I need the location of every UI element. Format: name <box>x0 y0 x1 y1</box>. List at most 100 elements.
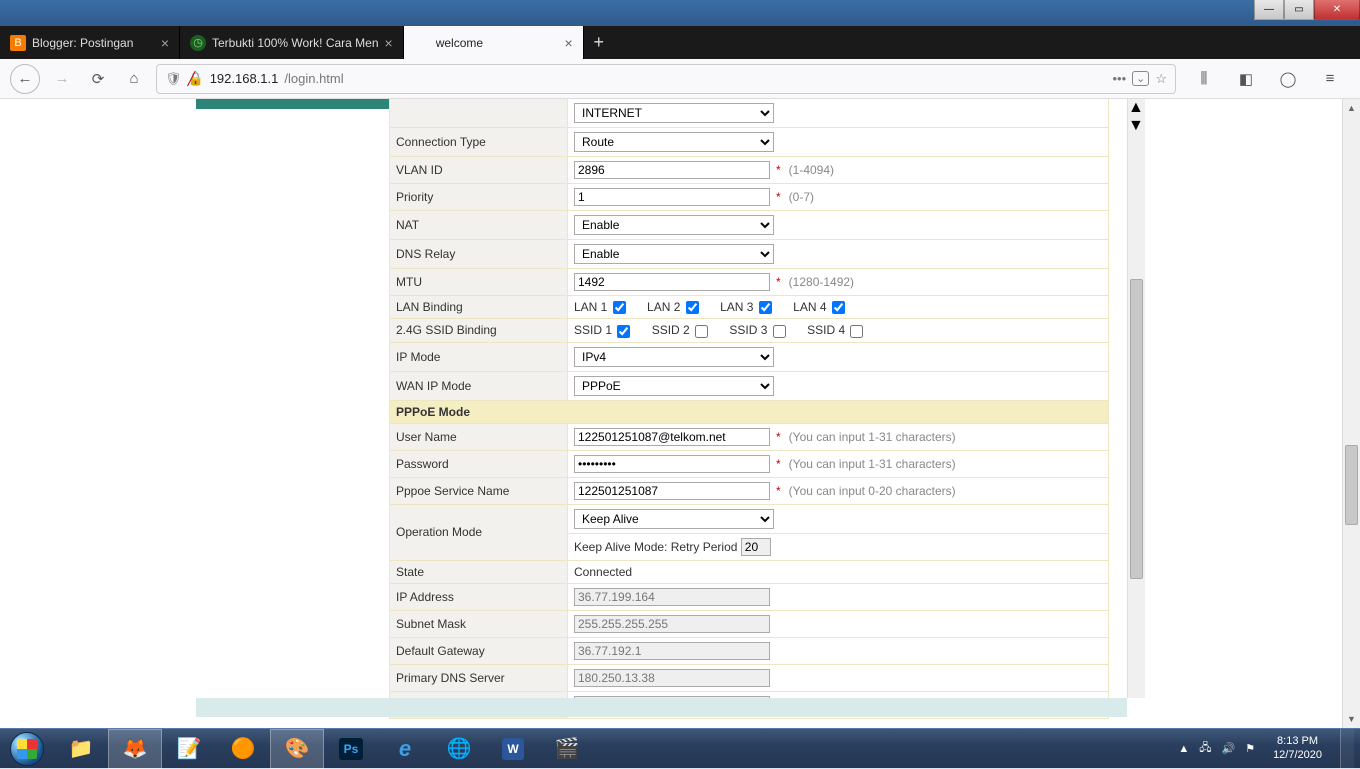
page-actions-icon[interactable]: ••• <box>1112 71 1126 86</box>
label-state: State <box>390 560 568 583</box>
ssid1-checkbox[interactable] <box>617 325 630 338</box>
url-host: 192.168.1.1 <box>210 71 279 86</box>
scroll-down-icon[interactable]: ▼ <box>1128 117 1145 135</box>
hint-username: (You can input 1-31 characters) <box>789 430 956 444</box>
tray-clock[interactable]: 8:13 PM 12/7/2020 <box>1265 732 1330 764</box>
ssid4-checkbox[interactable] <box>850 325 863 338</box>
ssid2-checkbox[interactable] <box>695 325 708 338</box>
scrollbar-thumb[interactable] <box>1345 445 1358 525</box>
ip-mode-select[interactable]: IPv4 <box>574 347 774 367</box>
taskbar-firefox-icon[interactable]: 🦊 <box>108 729 162 769</box>
browser-toolbar: ← → ⟳ ⌂ 🛡 🔒╱ 192.168.1.1/login.html ••• … <box>0 59 1360 99</box>
username-input[interactable] <box>574 428 770 446</box>
inner-scrollbar[interactable]: ▲ ▼ <box>1127 99 1145 698</box>
pocket-icon[interactable]: ⌄ <box>1132 71 1149 86</box>
tab-label: welcome <box>436 36 559 50</box>
label-operation-mode: Operation Mode <box>390 504 568 560</box>
close-icon[interactable]: × <box>161 35 169 51</box>
library-icon[interactable]: ⫼ <box>1190 65 1218 93</box>
priority-input[interactable] <box>574 188 770 206</box>
page-viewport: INTERNET Connection Type Route VLAN ID *… <box>0 99 1360 728</box>
ip-address-field <box>574 588 770 606</box>
ssid3-label: SSID 3 <box>729 323 767 337</box>
state-value: Connected <box>568 560 1109 583</box>
dns-relay-select[interactable]: Enable <box>574 244 774 264</box>
window-close-button[interactable]: ✕ <box>1314 0 1360 20</box>
tab-welcome[interactable]: welcome × <box>404 26 584 59</box>
lan3-label: LAN 3 <box>720 300 753 314</box>
back-button[interactable]: ← <box>10 64 40 94</box>
taskbar-ie-icon[interactable]: e <box>378 729 432 769</box>
windows-taskbar: 📁 🦊 📝 🟠 🎨 Ps e 🌐 W 🎬 ▲ 🖧 🔊 ⚑ 8:13 PM 12/… <box>0 728 1360 768</box>
taskbar-word-icon[interactable]: W <box>486 729 540 769</box>
window-minimize-button[interactable]: — <box>1254 0 1284 20</box>
operation-mode-select[interactable]: Keep Alive <box>574 509 774 529</box>
blogger-icon: B <box>10 35 26 51</box>
label-connection-type: Connection Type <box>390 128 568 157</box>
retry-label: Keep Alive Mode: Retry Period <box>574 540 737 554</box>
hamburger-menu-icon[interactable]: ≡ <box>1316 65 1344 93</box>
taskbar-chrome-icon[interactable]: 🌐 <box>432 729 486 769</box>
page-scrollbar[interactable]: ▲ ▼ <box>1342 99 1360 728</box>
taskbar-photoshop-icon[interactable]: Ps <box>324 729 378 769</box>
service-type-select[interactable]: INTERNET <box>574 103 774 123</box>
window-maximize-button[interactable]: ▭ <box>1284 0 1314 20</box>
new-tab-button[interactable]: + <box>584 26 614 59</box>
taskbar-media-player-icon[interactable]: 🟠 <box>216 729 270 769</box>
lan4-label: LAN 4 <box>793 300 826 314</box>
tray-show-hidden-icon[interactable]: ▲ <box>1178 743 1189 755</box>
label-mtu: MTU <box>390 269 568 296</box>
label-ip-mode: IP Mode <box>390 342 568 371</box>
label-vlan-id: VLAN ID <box>390 157 568 184</box>
taskbar-paint-icon[interactable]: 🎨 <box>270 729 324 769</box>
bookmark-star-icon[interactable]: ☆ <box>1155 71 1167 87</box>
sidebar-icon[interactable]: ◧ <box>1232 65 1260 93</box>
connection-type-select[interactable]: Route <box>574 132 774 152</box>
ssid3-checkbox[interactable] <box>773 325 786 338</box>
close-icon[interactable]: × <box>385 35 393 51</box>
label-subnet-mask: Subnet Mask <box>390 610 568 637</box>
address-bar[interactable]: 🛡 🔒╱ 192.168.1.1/login.html ••• ⌄ ☆ <box>156 64 1176 94</box>
start-button[interactable] <box>0 729 54 769</box>
label-password: Password <box>390 450 568 477</box>
sidebar-settings-stub[interactable] <box>196 99 389 109</box>
taskbar-movie-maker-icon[interactable]: 🎬 <box>540 729 594 769</box>
lan3-checkbox[interactable] <box>759 301 772 314</box>
taskbar-explorer-icon[interactable]: 📁 <box>54 729 108 769</box>
show-desktop-button[interactable] <box>1340 729 1354 769</box>
pppoe-section-header: PPPoE Mode <box>390 400 1109 423</box>
insecure-lock-icon[interactable]: 🔒╱ <box>188 71 204 87</box>
wan-ip-mode-select[interactable]: PPPoE <box>574 376 774 396</box>
scroll-up-icon[interactable]: ▲ <box>1128 99 1145 117</box>
label-ssid-binding: 2.4G SSID Binding <box>390 319 568 342</box>
label-pppoe-service-name: Pppoe Service Name <box>390 477 568 504</box>
home-button[interactable]: ⌂ <box>120 65 148 93</box>
forward-button: → <box>48 65 76 93</box>
scrollbar-thumb[interactable] <box>1130 279 1143 579</box>
tray-action-center-icon[interactable]: ⚑ <box>1245 742 1255 755</box>
close-icon[interactable]: × <box>565 35 573 51</box>
scroll-up-icon[interactable]: ▲ <box>1343 99 1360 117</box>
lan1-checkbox[interactable] <box>613 301 626 314</box>
retry-period-input[interactable] <box>741 538 771 556</box>
lan4-checkbox[interactable] <box>832 301 845 314</box>
lan2-checkbox[interactable] <box>686 301 699 314</box>
scroll-down-icon[interactable]: ▼ <box>1343 710 1360 728</box>
taskbar-notepad-icon[interactable]: 📝 <box>162 729 216 769</box>
default-gateway-field <box>574 642 770 660</box>
mtu-input[interactable] <box>574 273 770 291</box>
pppoe-service-name-input[interactable] <box>574 482 770 500</box>
tray-volume-icon[interactable]: 🔊 <box>1221 742 1235 755</box>
windows-orb-icon <box>10 732 44 766</box>
ssid4-label: SSID 4 <box>807 323 845 337</box>
vlan-id-input[interactable] <box>574 161 770 179</box>
nat-select[interactable]: Enable <box>574 215 774 235</box>
tray-network-icon[interactable]: 🖧 <box>1199 739 1211 758</box>
tab-blogger[interactable]: B Blogger: Postingan × <box>0 26 180 59</box>
reload-button[interactable]: ⟳ <box>84 65 112 93</box>
account-icon[interactable]: ◯ <box>1274 65 1302 93</box>
tab-article[interactable]: ◷ Terbukti 100% Work! Cara Men × <box>180 26 404 59</box>
label-service-type <box>390 99 568 128</box>
label-primary-dns: Primary DNS Server <box>390 664 568 691</box>
password-input[interactable] <box>574 455 770 473</box>
